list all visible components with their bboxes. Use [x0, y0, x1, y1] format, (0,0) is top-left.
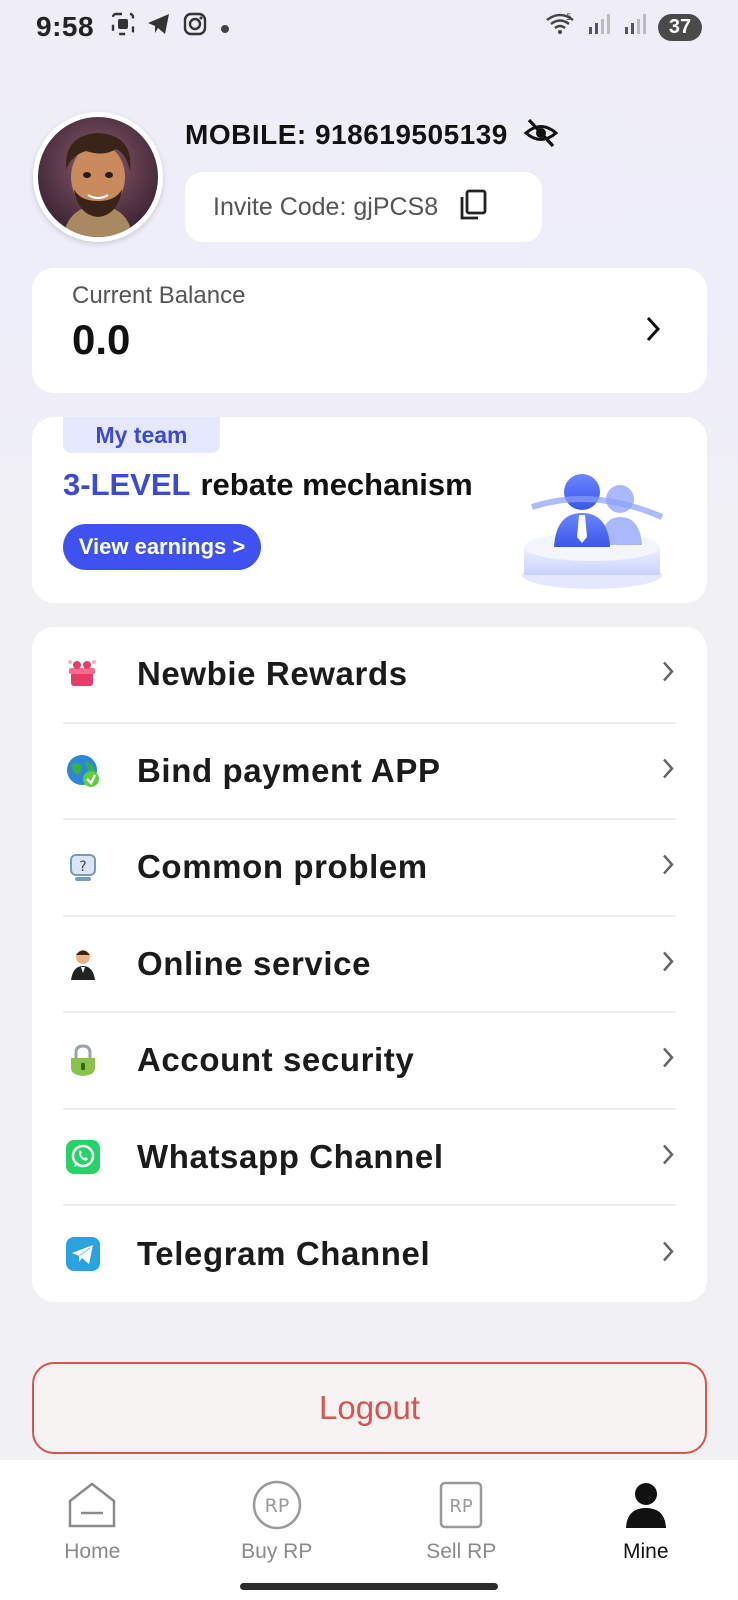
menu-item-label: Common problem	[137, 848, 428, 886]
sell-rp-icon: RP	[434, 1478, 488, 1532]
balance-card[interactable]: Current Balance 0.0	[32, 268, 707, 393]
menu-item-label: Account security	[137, 1041, 415, 1079]
telegram-icon	[63, 1234, 103, 1274]
menu-item-bind-payment[interactable]: Bind payment APP	[63, 724, 676, 820]
chevron-right-icon	[660, 659, 676, 690]
battery-indicator: 37	[658, 13, 702, 41]
support-agent-icon	[63, 944, 103, 984]
signal-icon-1	[586, 11, 612, 44]
globe-icon	[63, 751, 103, 791]
nav-home[interactable]: Home	[0, 1460, 185, 1600]
nav-label: Sell RP	[426, 1540, 497, 1563]
menu-card: Newbie Rewards Bind payment APP ? Common…	[32, 627, 707, 1302]
menu-item-account-security[interactable]: Account security	[63, 1013, 676, 1110]
lock-icon	[63, 1040, 103, 1080]
avatar[interactable]	[33, 112, 163, 242]
chevron-right-icon	[660, 948, 676, 979]
signal-icon-2	[622, 11, 648, 44]
menu-item-online-service[interactable]: Online service	[63, 917, 676, 1013]
chevron-right-icon	[643, 314, 663, 349]
logout-button[interactable]: Logout	[32, 1362, 707, 1454]
menu-item-label: Telegram Channel	[137, 1235, 431, 1273]
invite-code-label: Invite Code: gjPCS8	[213, 192, 439, 221]
status-bar: 9:58 5 37	[0, 0, 738, 54]
nav-label: Home	[64, 1540, 121, 1563]
svg-text:?: ?	[79, 859, 86, 875]
team-illustration-icon	[502, 447, 677, 597]
network-type-label: 5	[566, 13, 572, 23]
notification-dot-icon	[218, 11, 232, 43]
team-headline-text: rebate mechanism	[200, 467, 473, 502]
status-time: 9:58	[36, 11, 95, 42]
menu-item-label: Online service	[137, 944, 372, 982]
chevron-right-icon	[660, 1141, 676, 1172]
nav-mine[interactable]: Mine	[554, 1460, 738, 1600]
copy-icon[interactable]	[458, 189, 488, 226]
avatar-image	[38, 117, 158, 237]
mobile-row: MOBILE: 918619505139	[185, 112, 559, 158]
chevron-right-icon	[660, 852, 676, 883]
nav-label: Buy RP	[241, 1540, 313, 1563]
gift-icon	[63, 654, 103, 694]
view-earnings-button[interactable]: View earnings >	[63, 524, 261, 570]
buy-rp-icon: RP	[250, 1478, 304, 1532]
menu-item-whatsapp-channel[interactable]: Whatsapp Channel	[63, 1110, 676, 1206]
nav-buy-rp[interactable]: RP Buy RP	[185, 1460, 370, 1600]
team-card[interactable]: My team 3-LEVEL rebate mechanism View ea…	[32, 417, 707, 603]
home-indicator	[240, 1583, 498, 1590]
instagram-status-icon	[182, 11, 208, 44]
whatsapp-icon	[63, 1137, 103, 1177]
menu-item-label: Bind payment APP	[137, 751, 441, 789]
screenshot-icon	[110, 11, 136, 44]
balance-value: 0.0	[72, 316, 131, 363]
team-headline: 3-LEVEL rebate mechanism	[63, 467, 473, 503]
chevron-right-icon	[660, 1239, 676, 1270]
menu-item-newbie-rewards[interactable]: Newbie Rewards	[63, 627, 676, 724]
svg-text:RP: RP	[450, 1496, 474, 1517]
person-icon	[619, 1478, 673, 1532]
team-tag: My team	[63, 417, 220, 453]
home-icon	[65, 1478, 119, 1532]
bottom-nav: Home RP Buy RP RP Sell RP Mine	[0, 1460, 738, 1600]
wifi-icon: 5	[544, 11, 576, 44]
question-icon: ?	[63, 847, 103, 887]
mobile-number: MOBILE: 918619505139	[185, 119, 508, 150]
svg-text:RP: RP	[264, 1495, 289, 1517]
nav-sell-rp[interactable]: RP Sell RP	[369, 1460, 554, 1600]
chevron-right-icon	[660, 1045, 676, 1076]
menu-item-label: Whatsapp Channel	[137, 1137, 444, 1175]
menu-item-telegram-channel[interactable]: Telegram Channel	[63, 1206, 676, 1303]
menu-item-label: Newbie Rewards	[137, 655, 408, 693]
menu-item-common-problem[interactable]: ? Common problem	[63, 820, 676, 917]
telegram-status-icon	[146, 11, 172, 44]
chevron-right-icon	[660, 755, 676, 786]
eye-off-icon[interactable]	[523, 116, 559, 155]
team-headline-accent: 3-LEVEL	[63, 467, 191, 502]
balance-title: Current Balance	[72, 282, 246, 309]
invite-code-box: Invite Code: gjPCS8	[185, 172, 542, 242]
nav-label: Mine	[622, 1540, 669, 1563]
